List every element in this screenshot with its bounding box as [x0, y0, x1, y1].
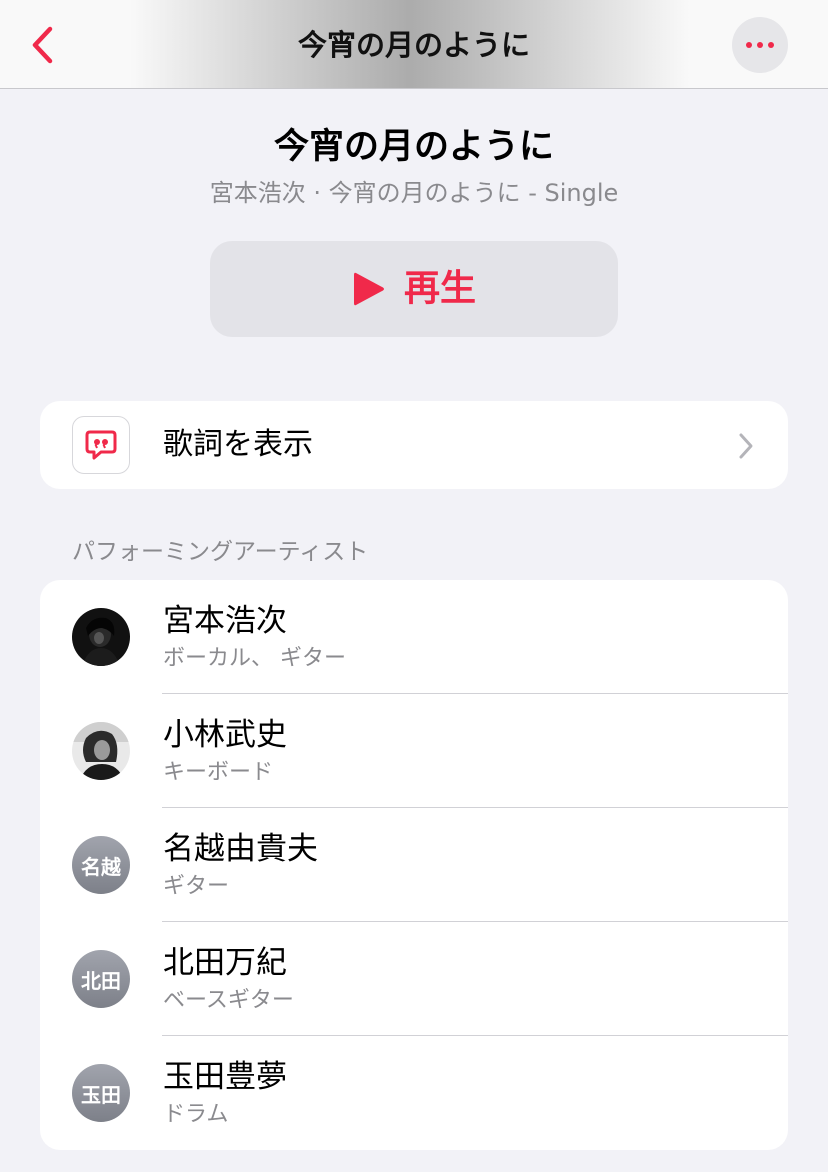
- artist-name: 名越由貴夫: [163, 831, 318, 867]
- artist-row[interactable]: 小林武史 キーボード: [40, 694, 788, 808]
- play-icon: [353, 272, 384, 306]
- artist-row[interactable]: 名越 名越由貴夫 ギター: [40, 808, 788, 922]
- avatar: [72, 722, 130, 780]
- artist-name: 宮本浩次: [163, 603, 287, 639]
- nav-title: 今宵の月のように: [297, 28, 530, 62]
- artist-name: 小林武史: [163, 717, 287, 753]
- avatar-initials: 玉田: [72, 1064, 130, 1122]
- avatar: [72, 608, 130, 666]
- artist-role: ドラム: [163, 1102, 229, 1127]
- play-button[interactable]: 再生: [210, 241, 618, 337]
- show-lyrics-row[interactable]: 歌詞を表示: [40, 401, 788, 489]
- show-lyrics-label: 歌詞を表示: [163, 427, 313, 462]
- navigation-bar: 今宵の月のように: [0, 0, 828, 89]
- song-subtitle: 宮本浩次 · 今宵の月のように - Single: [209, 179, 619, 207]
- artists-list: 宮本浩次 ボーカル、 ギター 小林武史 キーボード 名越 名越由貴夫 ギター 北…: [40, 580, 788, 1150]
- artist-name: 北田万紀: [163, 945, 287, 981]
- artist-row[interactable]: 玉田 玉田豊夢 ドラム: [40, 1036, 788, 1150]
- more-button[interactable]: [732, 17, 788, 73]
- artist-row[interactable]: 宮本浩次 ボーカル、 ギター: [40, 580, 788, 694]
- quote-bubble-icon: [72, 416, 130, 474]
- artist-name: 玉田豊夢: [163, 1059, 287, 1095]
- song-credits-screen: 今宵の月のように 今宵の月のように 宮本浩次 · 今宵の月のように - Sing…: [0, 0, 828, 1172]
- ellipsis-icon: [746, 42, 752, 48]
- artist-role: ボーカル、 ギター: [163, 646, 346, 671]
- chevron-left-icon: [32, 26, 53, 64]
- song-title: 今宵の月のように: [273, 127, 554, 167]
- artist-role: ベースギター: [163, 988, 294, 1013]
- play-label: 再生: [403, 268, 476, 309]
- artist-row[interactable]: 北田 北田万紀 ベースギター: [40, 922, 788, 1036]
- artist-role: キーボード: [163, 760, 274, 785]
- chevron-right-icon: [739, 433, 753, 459]
- performing-artists-header: パフォーミングアーティスト: [72, 539, 369, 565]
- back-button[interactable]: [22, 22, 62, 68]
- artist-role: ギター: [163, 874, 230, 899]
- avatar-initials: 北田: [72, 950, 130, 1008]
- avatar-initials: 名越: [72, 836, 130, 894]
